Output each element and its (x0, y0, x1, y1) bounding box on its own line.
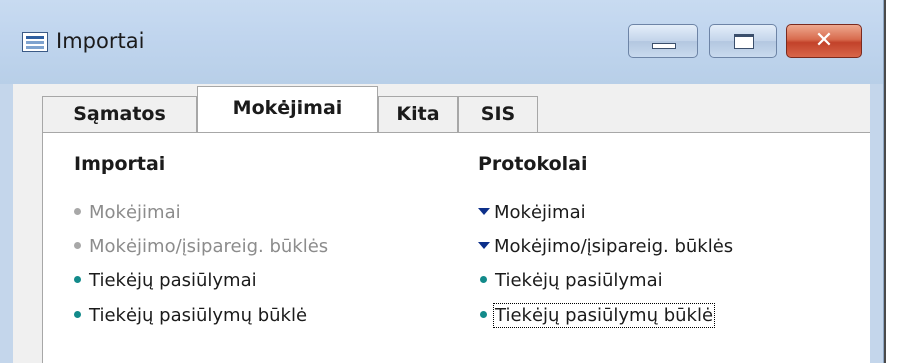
importai-window: Importai ✕ Sąmatos Mokėjimai Kita SIS Im… (0, 0, 884, 363)
item-label: Mokėjimo/įsipareig. būklės (494, 236, 734, 257)
import-mokejimo-buekles-item: Mokėjimo/įsipareig. būklės (74, 236, 328, 257)
expand-arrow-icon (478, 207, 490, 215)
protokolai-heading: Protokolai (478, 153, 588, 175)
tab-sis[interactable]: SIS (458, 96, 538, 132)
table-window-icon[interactable] (22, 32, 48, 52)
minimize-icon (652, 43, 676, 49)
item-label: Mokėjimai (494, 202, 586, 223)
bullet-icon (74, 241, 81, 249)
bullet-icon (74, 275, 81, 283)
import-mokejimai-item: Mokėjimai (74, 202, 181, 223)
import-tiekeju-pasiulymai-link[interactable]: Tiekėjų pasiūlymai (74, 270, 257, 291)
tab-samatos[interactable]: Sąmatos (42, 96, 197, 132)
expand-arrow-icon (478, 241, 490, 249)
title-bar[interactable]: Importai ✕ (0, 0, 883, 84)
bullet-icon (74, 310, 81, 318)
item-label: Tiekėjų pasiūlymų būklė (492, 303, 716, 328)
maximize-icon (734, 34, 754, 49)
item-label: Tiekėjų pasiūlymai (495, 270, 663, 291)
protokol-mokejimai-expander[interactable]: Mokėjimai (478, 202, 586, 223)
window-title: Importai (56, 29, 145, 53)
close-icon: ✕ (814, 28, 834, 53)
minimize-button[interactable] (628, 24, 698, 58)
item-label: Mokėjimo/įsipareig. būklės (89, 236, 329, 257)
bullet-icon (480, 275, 487, 283)
protokol-tiekeju-pasiulymai-link[interactable]: Tiekėjų pasiūlymai (478, 270, 663, 291)
importai-heading: Importai (74, 153, 166, 175)
item-label: Tiekėjų pasiūlymų būklė (89, 305, 308, 326)
protokol-tiekeju-pasiulymu-bukle-link[interactable]: Tiekėjų pasiūlymų būklė (478, 303, 716, 328)
maximize-button[interactable] (709, 24, 777, 58)
tab-mokejimai[interactable]: Mokėjimai (197, 86, 378, 132)
bullet-icon (480, 310, 487, 318)
protokol-mokejimo-bukles-expander[interactable]: Mokėjimo/įsipareig. būklės (478, 236, 733, 257)
item-label: Mokėjimai (89, 202, 181, 223)
tab-panel-mokejimai: Importai Mokėjimai Mokėjimo/įsipareig. b… (42, 132, 870, 363)
close-button[interactable]: ✕ (786, 24, 862, 58)
background-area (884, 0, 913, 363)
bullet-icon (74, 207, 81, 215)
import-tiekeju-pasiulymu-bukle-link[interactable]: Tiekėjų pasiūlymų būklė (74, 305, 307, 326)
client-area: Sąmatos Mokėjimai Kita SIS Importai Mokė… (13, 84, 870, 363)
tab-kita[interactable]: Kita (378, 96, 458, 132)
tab-strip: Sąmatos Mokėjimai Kita SIS (13, 84, 870, 132)
item-label: Tiekėjų pasiūlymai (89, 270, 257, 291)
